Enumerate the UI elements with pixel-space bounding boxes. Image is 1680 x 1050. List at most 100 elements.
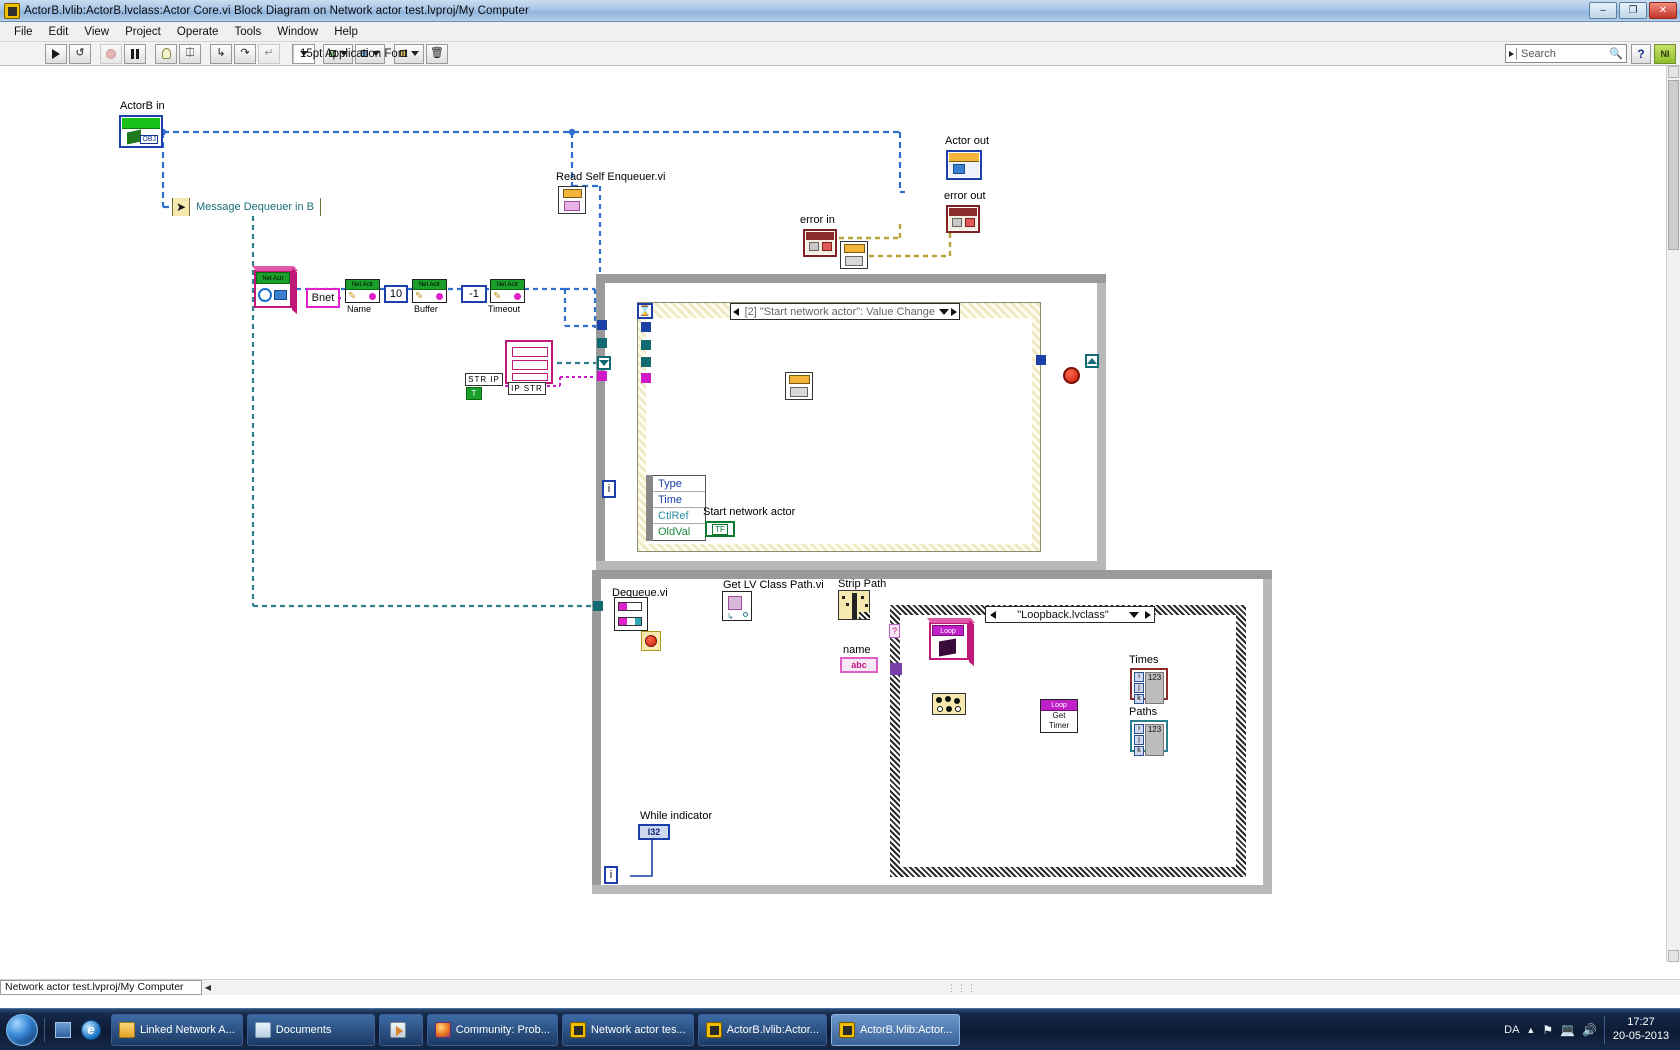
- block-diagram-canvas[interactable]: ActorB in OBJ ➤ Message Dequeuer in B Ne…: [0, 66, 1680, 986]
- error-in-terminal[interactable]: [803, 229, 837, 257]
- event-data-node[interactable]: Type Time CtlRef OldVal: [652, 475, 706, 541]
- language-indicator[interactable]: DA: [1504, 1024, 1519, 1036]
- event-case-selector[interactable]: [2] "Start network actor": Value Change: [730, 303, 960, 320]
- bnet-string-constant[interactable]: Bnet: [306, 288, 340, 308]
- taskbar-item-linked-network[interactable]: Linked Network A...: [111, 1013, 243, 1046]
- case-structure-dropdown-icon[interactable]: [1127, 611, 1141, 618]
- run-button[interactable]: [45, 43, 67, 64]
- show-hidden-icons-icon[interactable]: ▲: [1526, 1025, 1535, 1035]
- actor-call-node[interactable]: [840, 241, 868, 269]
- get-timer-node[interactable]: Loop Get Timer: [1040, 699, 1078, 733]
- timeout-terminal[interactable]: ⌛: [637, 303, 653, 319]
- case-selector-terminal[interactable]: ?: [889, 624, 900, 638]
- case-prev-icon[interactable]: [986, 610, 999, 619]
- event-tunnel-out[interactable]: [1036, 355, 1046, 365]
- menu-edit[interactable]: Edit: [41, 24, 77, 40]
- step-into-button[interactable]: ↳: [210, 43, 232, 64]
- pause-button[interactable]: [124, 43, 146, 64]
- cleanup-diagram-button[interactable]: 🗑: [426, 43, 448, 64]
- network-icon[interactable]: 💻: [1560, 1023, 1575, 1037]
- name-indicator-terminal[interactable]: abc: [840, 657, 878, 673]
- message-dequeuer-in-b-node[interactable]: ➤ Message Dequeuer in B: [172, 198, 322, 216]
- clock[interactable]: 17:27 20-05-2013: [1612, 1016, 1674, 1044]
- menu-file[interactable]: File: [6, 24, 41, 40]
- strip-path-node[interactable]: [838, 590, 870, 620]
- dequeue-error-node[interactable]: [641, 631, 661, 651]
- get-lv-class-path-node[interactable]: ↳: [722, 591, 752, 621]
- menu-project[interactable]: Project: [117, 24, 169, 40]
- search-input[interactable]: Search 🔍: [1505, 44, 1627, 63]
- menu-help[interactable]: Help: [326, 24, 366, 40]
- event-tunnel-dequeuer[interactable]: [641, 340, 651, 350]
- next-case-icon[interactable]: [949, 307, 959, 316]
- volume-icon[interactable]: 🔊: [1582, 1023, 1597, 1037]
- shift-register-left[interactable]: [597, 356, 611, 370]
- taskbar-item-network-actor-test[interactable]: Network actor tes...: [561, 1013, 694, 1046]
- t-constant[interactable]: T: [466, 387, 482, 400]
- dequeue-vi-node[interactable]: [614, 597, 648, 631]
- menu-operate[interactable]: Operate: [169, 24, 227, 40]
- loop-tunnel-dequeuer[interactable]: [597, 338, 607, 348]
- font-selector[interactable]: 15pt Application Font: [292, 43, 407, 64]
- scroll-up-icon[interactable]: [1668, 66, 1679, 78]
- scroll-down-icon[interactable]: [1668, 950, 1679, 962]
- loop-stop-button[interactable]: [1063, 367, 1080, 384]
- show-desktop-icon[interactable]: [51, 1018, 75, 1042]
- event-tunnel-object[interactable]: [641, 322, 651, 332]
- help-button[interactable]: ?: [1631, 43, 1651, 64]
- paths-indicator-terminal[interactable]: i j k 123: [1130, 720, 1168, 756]
- net-actor-accessor-timeout-node[interactable]: Net Actr ✎: [490, 279, 525, 303]
- ip-to-str-node[interactable]: IP STR: [508, 382, 546, 395]
- step-over-button[interactable]: ↷: [234, 43, 256, 64]
- retain-wire-values-button[interactable]: ⎅: [179, 43, 201, 64]
- times-indicator-terminal[interactable]: i j k 123: [1130, 668, 1168, 704]
- obtain-queue-node[interactable]: [505, 340, 553, 384]
- loop-tunnel-queue[interactable]: [597, 371, 607, 381]
- start-button[interactable]: [2, 1012, 42, 1048]
- taskbar-item-documents[interactable]: Documents: [246, 1013, 375, 1046]
- taskbar-item-community[interactable]: Community: Prob...: [426, 1013, 558, 1046]
- loop-tunnel-object[interactable]: [597, 320, 607, 330]
- case-tunnel-in[interactable]: [890, 663, 902, 675]
- iteration-terminal-lower-loop[interactable]: i: [604, 866, 618, 884]
- timeout-constant[interactable]: -1: [461, 285, 487, 303]
- vertical-scroll-thumb[interactable]: [1668, 80, 1679, 250]
- net-actor-accessor-name-node[interactable]: Net Actr ✎: [345, 279, 380, 303]
- class-merge-node[interactable]: [932, 693, 966, 715]
- read-self-enqueuer-node[interactable]: [558, 186, 586, 214]
- case-dropdown-icon[interactable]: [939, 308, 950, 315]
- taskbar-item-actorb-2[interactable]: ActorB.lvlib:Actor...: [831, 1013, 961, 1046]
- net-actor-accessor-buffer-node[interactable]: Net Actr ✎: [412, 279, 447, 303]
- event-tunnel-queue[interactable]: [641, 373, 651, 383]
- loopback-class-constant[interactable]: Loop: [925, 618, 976, 667]
- taskbar-item-actorb-1[interactable]: ActorB.lvlib:Actor...: [697, 1013, 827, 1046]
- maximize-button[interactable]: ❐: [1619, 2, 1647, 19]
- error-out-terminal[interactable]: [946, 205, 980, 233]
- prev-case-icon[interactable]: [731, 307, 741, 316]
- vertical-scrollbar[interactable]: [1666, 66, 1680, 962]
- case-next-icon[interactable]: [1141, 610, 1154, 619]
- internet-explorer-icon[interactable]: [79, 1018, 103, 1042]
- event-tunnel-ref[interactable]: [641, 357, 651, 367]
- lower-loop-tunnel-in[interactable]: [593, 601, 603, 611]
- taskbar-item-media-player[interactable]: [378, 1013, 423, 1046]
- actor-out-terminal[interactable]: [946, 150, 982, 180]
- run-continuously-button[interactable]: ↺: [69, 43, 91, 64]
- menu-tools[interactable]: Tools: [226, 24, 269, 40]
- flag-icon[interactable]: ⚑: [1542, 1023, 1553, 1037]
- close-button[interactable]: ✕: [1649, 2, 1677, 19]
- actorb-in-terminal[interactable]: OBJ: [119, 115, 163, 148]
- horizontal-scroll-track[interactable]: ⋮⋮⋮: [214, 979, 1680, 995]
- iteration-terminal-event-loop[interactable]: i: [602, 480, 616, 498]
- start-network-actor-terminal[interactable]: TF: [705, 521, 735, 537]
- step-out-button[interactable]: ↵: [258, 43, 280, 64]
- menu-view[interactable]: View: [76, 24, 117, 40]
- abort-execution-button[interactable]: [100, 43, 122, 64]
- menu-window[interactable]: Window: [269, 24, 326, 40]
- shift-register-right[interactable]: [1085, 354, 1099, 368]
- highlight-execution-button[interactable]: [155, 43, 177, 64]
- send-message-node[interactable]: [785, 372, 813, 400]
- status-collapse-icon[interactable]: ◀: [202, 979, 214, 995]
- case-structure-selector[interactable]: "Loopback.lvclass": [985, 606, 1155, 623]
- net-actor-class-constant[interactable]: Net Actr: [250, 266, 299, 315]
